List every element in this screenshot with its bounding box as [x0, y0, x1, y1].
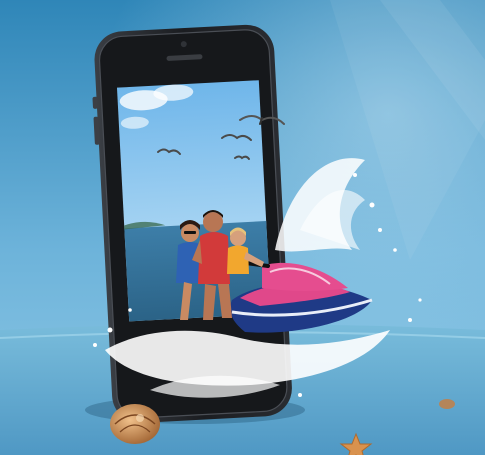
scene-illustration [0, 0, 485, 455]
mute-switch [92, 96, 98, 109]
advertisement-scene [0, 0, 485, 455]
seashell [110, 404, 160, 444]
small-shell [439, 399, 455, 409]
